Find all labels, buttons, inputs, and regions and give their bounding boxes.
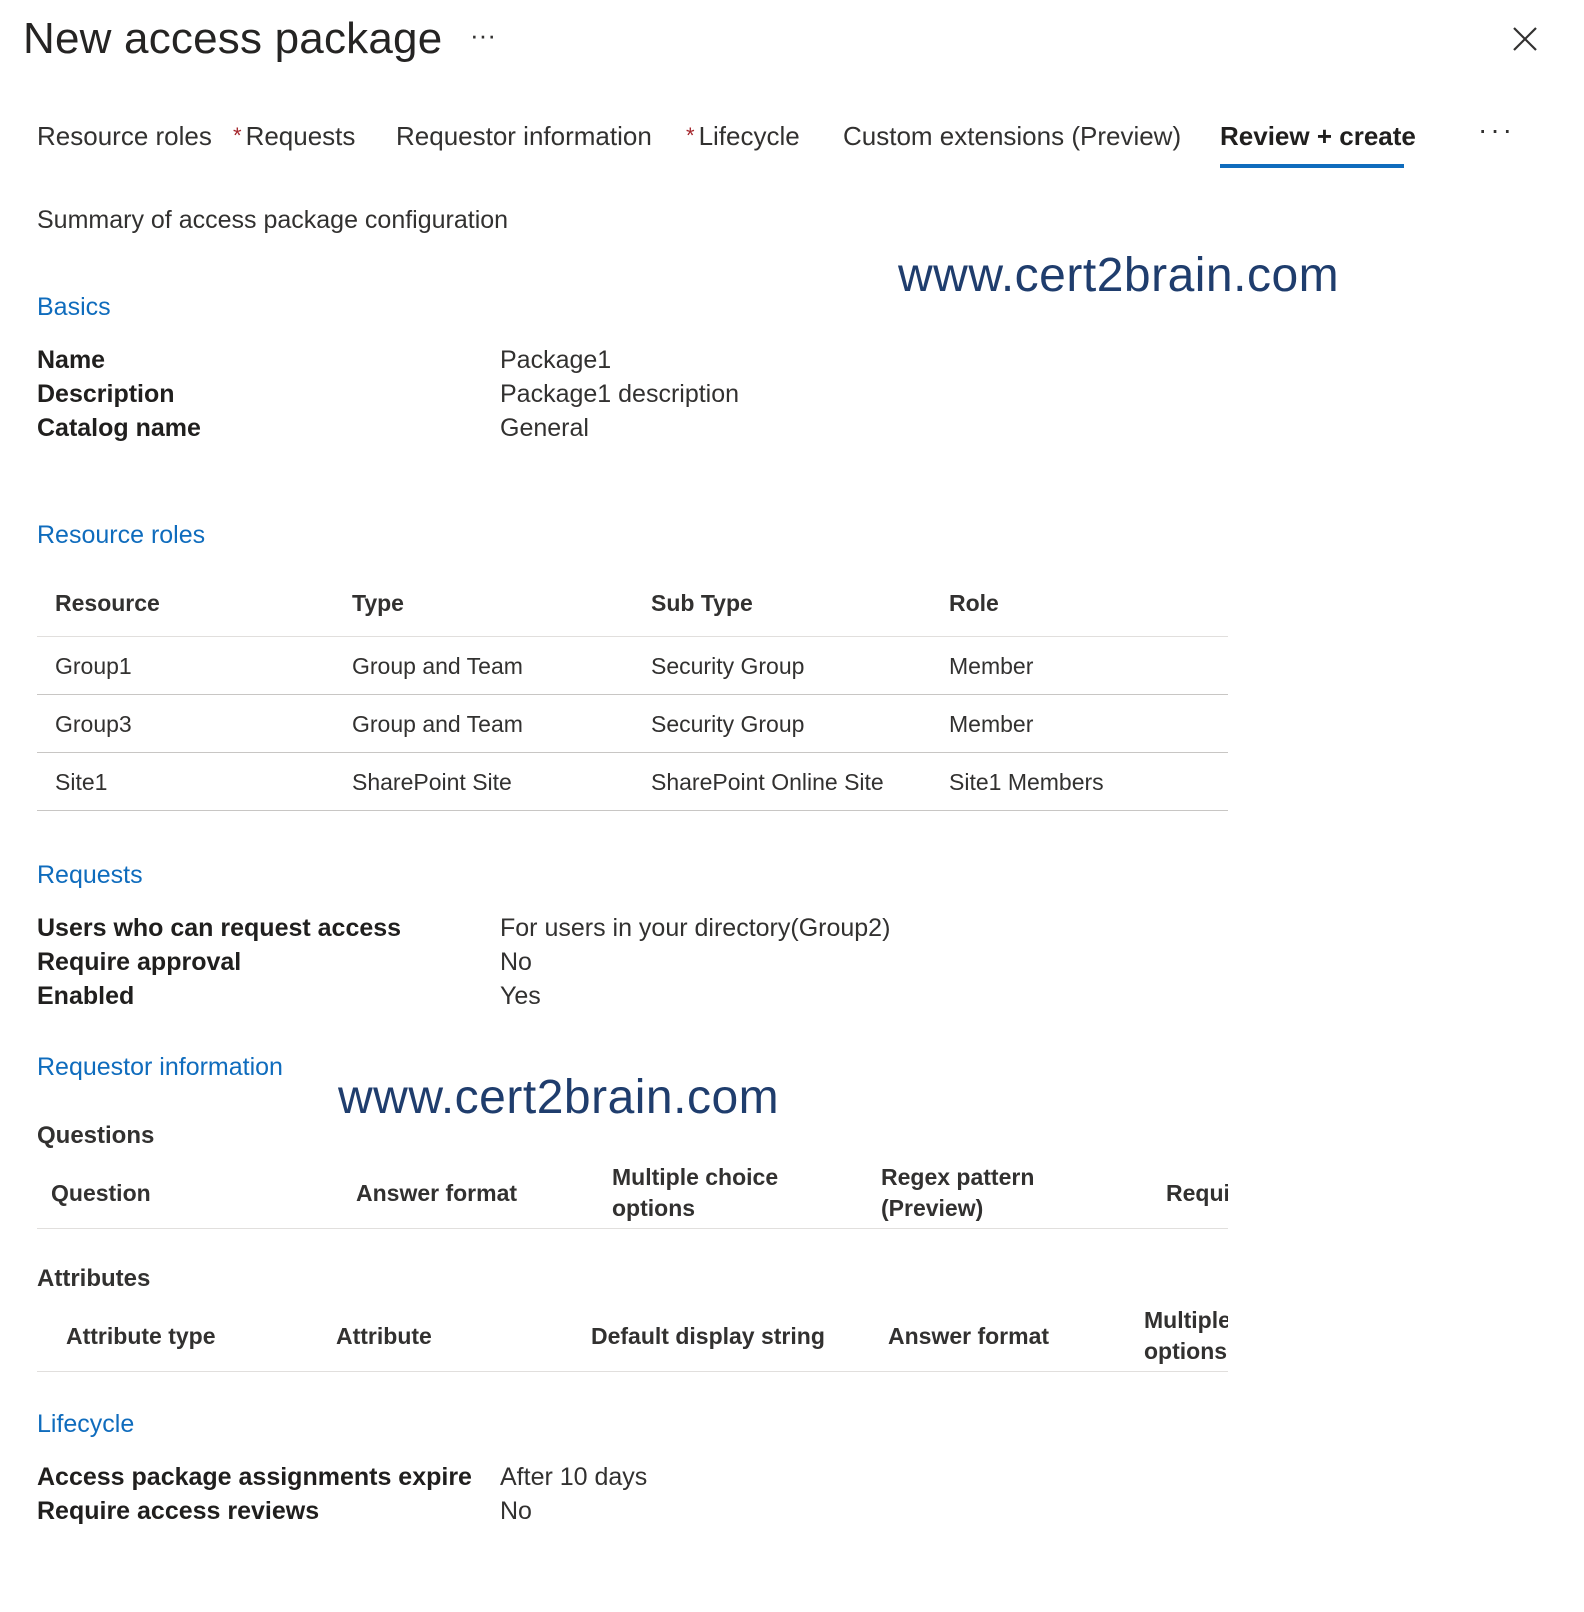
cell-role: Site1 Members	[949, 769, 1104, 795]
column-header-multiple-choice: Multiple choice	[612, 1164, 779, 1190]
cell-resource: Site1	[55, 769, 108, 795]
required-marker: *	[686, 123, 695, 148]
tab-label: Custom extensions (Preview)	[843, 121, 1182, 151]
basics-label-description: Description	[37, 380, 175, 408]
tab-label: Requests	[245, 121, 356, 151]
column-header-answer-format: Answer format	[356, 1180, 518, 1206]
requests-label-users: Users who can request access	[37, 914, 402, 942]
lifecycle-label-expire: Access package assignments expire	[37, 1463, 472, 1491]
requests-label-enabled: Enabled	[37, 982, 135, 1010]
close-button[interactable]	[1508, 22, 1542, 56]
column-header-attribute: Attribute	[336, 1323, 432, 1349]
tab-lifecycle[interactable]: * Lifecycle	[686, 116, 800, 156]
cell-resource: Group1	[55, 653, 132, 679]
section-lifecycle-link[interactable]: Lifecycle	[37, 1410, 134, 1439]
page-title: New access package	[23, 14, 443, 63]
requests-value-enabled: Yes	[500, 982, 541, 1010]
cell-type: SharePoint Site	[352, 769, 512, 795]
lifecycle-value-expire: After 10 days	[500, 1463, 648, 1491]
requests-value-approval: No	[500, 948, 532, 976]
resource-roles-table: Resource Type Sub Type Role Group1 Group…	[37, 570, 1228, 811]
table-header: Resource Type Sub Type Role	[37, 570, 1228, 637]
column-header-question: Question	[51, 1180, 151, 1206]
lifecycle-value-reviews: No	[500, 1497, 532, 1525]
column-header-answer-format: Answer format	[888, 1323, 1050, 1349]
column-header-role: Role	[949, 590, 999, 616]
more-options-button[interactable]: ···	[470, 20, 496, 51]
questions-heading: Questions	[37, 1122, 155, 1149]
cell-sub-type: Security Group	[651, 711, 805, 737]
table-row: Group1 Group and Team Security Group Mem…	[37, 637, 1228, 695]
section-requests-link[interactable]: Requests	[37, 861, 143, 890]
column-header-multiple-choice-line2: options	[1144, 1338, 1228, 1364]
basics-label-name: Name	[37, 346, 106, 374]
required-marker: *	[233, 123, 242, 148]
active-tab-indicator	[1220, 164, 1404, 168]
section-requestor-information-link[interactable]: Requestor information	[37, 1053, 283, 1082]
tab-requests[interactable]: * Requests	[233, 116, 355, 156]
basics-label-catalog: Catalog name	[37, 414, 201, 442]
column-header-sub-type: Sub Type	[651, 590, 753, 616]
tab-label: Review + create	[1220, 121, 1416, 151]
tabs-overflow-button[interactable]: ···	[1478, 114, 1515, 146]
column-header-attribute-type: Attribute type	[66, 1323, 216, 1349]
column-header-multiple-choice-line2: options	[612, 1195, 696, 1221]
basics-value-catalog: General	[500, 414, 589, 442]
cell-resource: Group3	[55, 711, 132, 737]
column-header-resource: Resource	[55, 590, 160, 616]
lifecycle-label-reviews: Require access reviews	[37, 1497, 320, 1525]
basics-value-name: Package1	[500, 346, 612, 374]
cell-type: Group and Team	[352, 711, 523, 737]
column-header-type: Type	[352, 590, 404, 616]
tab-review-create[interactable]: Review + create	[1220, 116, 1416, 156]
attributes-table-header: Attribute type Attribute Default display…	[37, 1303, 1228, 1372]
tab-label: Requestor information	[396, 121, 652, 151]
table-row: Group3 Group and Team Security Group Mem…	[37, 695, 1228, 753]
tab-label: Lifecycle	[698, 121, 800, 151]
tab-custom-extensions[interactable]: Custom extensions (Preview)	[843, 116, 1181, 156]
wizard-tabs: Resource roles * Requests Requestor infor…	[0, 116, 1584, 176]
column-header-required: Requi	[1166, 1180, 1228, 1206]
cell-role: Member	[949, 711, 1034, 737]
section-resource-roles-link[interactable]: Resource roles	[37, 521, 205, 550]
column-header-multiple-choice: Multiple	[1144, 1307, 1228, 1333]
column-header-regex-pattern: Regex pattern	[881, 1164, 1035, 1190]
close-icon	[1513, 27, 1537, 51]
cell-role: Member	[949, 653, 1034, 679]
watermark-text: www.cert2brain.com	[898, 249, 1340, 302]
summary-heading: Summary of access package configuration	[37, 206, 509, 234]
cell-sub-type: Security Group	[651, 653, 805, 679]
cell-type: Group and Team	[352, 653, 523, 679]
watermark-text: www.cert2brain.com	[338, 1071, 780, 1124]
tab-requestor-information[interactable]: Requestor information	[396, 116, 652, 156]
column-header-regex-pattern-line2: (Preview)	[881, 1195, 984, 1221]
attributes-heading: Attributes	[37, 1265, 151, 1292]
table-row: Site1 SharePoint Site SharePoint Online …	[37, 753, 1228, 811]
column-header-default-display-string: Default display string	[591, 1323, 825, 1349]
tab-resource-roles[interactable]: Resource roles	[37, 116, 212, 156]
section-basics-link[interactable]: Basics	[37, 293, 111, 322]
basics-value-description: Package1 description	[500, 380, 740, 408]
cell-sub-type: SharePoint Online Site	[651, 769, 884, 795]
requests-value-users: For users in your directory(Group2)	[500, 914, 891, 942]
questions-table-header: Question Answer format Multiple choice o…	[37, 1160, 1228, 1229]
requests-label-approval: Require approval	[37, 948, 242, 976]
tab-label: Resource roles	[37, 121, 212, 151]
